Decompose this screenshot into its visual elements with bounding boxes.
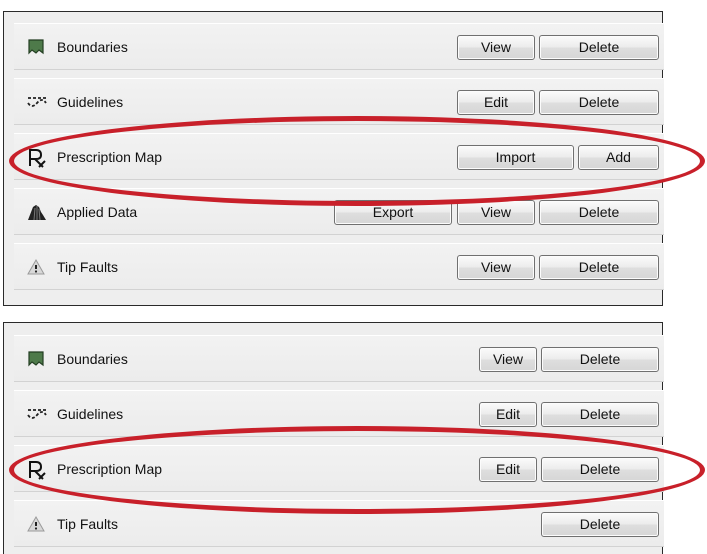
layers-panel-bottom: Boundaries View Delete Guidelines Edit D…: [3, 322, 664, 554]
view-button[interactable]: View: [457, 255, 535, 280]
warning-icon: [27, 515, 45, 533]
row-label: Tip Faults: [57, 259, 118, 275]
row-prescription-map: Prescription Map Edit Delete: [14, 445, 664, 492]
row-label: Boundaries: [57, 351, 128, 367]
prescription-icon: [27, 148, 46, 168]
edit-button[interactable]: Edit: [479, 402, 537, 427]
row-tip-faults: Tip Faults View Delete: [14, 243, 664, 290]
row-label: Guidelines: [57, 94, 124, 110]
boundary-icon: [27, 38, 45, 56]
row-guidelines: Guidelines Edit Delete: [14, 390, 664, 437]
row-tip-faults: Tip Faults Delete: [14, 500, 664, 547]
edit-button[interactable]: Edit: [479, 457, 537, 482]
delete-button[interactable]: Delete: [541, 347, 659, 372]
row-label: Tip Faults: [57, 516, 118, 532]
view-button[interactable]: View: [479, 347, 537, 372]
row-label: Applied Data: [57, 204, 138, 220]
delete-button[interactable]: Delete: [539, 200, 659, 225]
delete-button[interactable]: Delete: [541, 512, 659, 537]
delete-button[interactable]: Delete: [539, 90, 659, 115]
row-boundaries: Boundaries View Delete: [14, 23, 664, 70]
row-boundaries: Boundaries View Delete: [14, 335, 664, 382]
row-label: Guidelines: [57, 406, 124, 422]
boundary-icon: [27, 350, 45, 368]
delete-button[interactable]: Delete: [541, 402, 659, 427]
warning-icon: [27, 258, 45, 276]
guideline-icon: [27, 93, 47, 111]
row-label: Boundaries: [57, 39, 128, 55]
view-button[interactable]: View: [457, 200, 535, 225]
row-label: Prescription Map: [57, 461, 163, 477]
guideline-icon: [27, 405, 47, 423]
row-applied-data: Applied Data Export View Delete: [14, 188, 664, 235]
applied-data-icon: [27, 203, 46, 221]
view-button[interactable]: View: [457, 35, 535, 60]
export-button[interactable]: Export: [334, 200, 452, 225]
delete-button[interactable]: Delete: [539, 35, 659, 60]
row-prescription-map: Prescription Map Import Add: [14, 133, 664, 180]
prescription-icon: [27, 460, 46, 480]
row-guidelines: Guidelines Edit Delete: [14, 78, 664, 125]
delete-button[interactable]: Delete: [541, 457, 659, 482]
layers-panel-top: Boundaries View Delete Guidelines Edit D…: [3, 11, 664, 306]
import-button[interactable]: Import: [457, 145, 574, 170]
delete-button[interactable]: Delete: [539, 255, 659, 280]
row-label: Prescription Map: [57, 149, 163, 165]
add-button[interactable]: Add: [578, 145, 659, 170]
edit-button[interactable]: Edit: [457, 90, 535, 115]
